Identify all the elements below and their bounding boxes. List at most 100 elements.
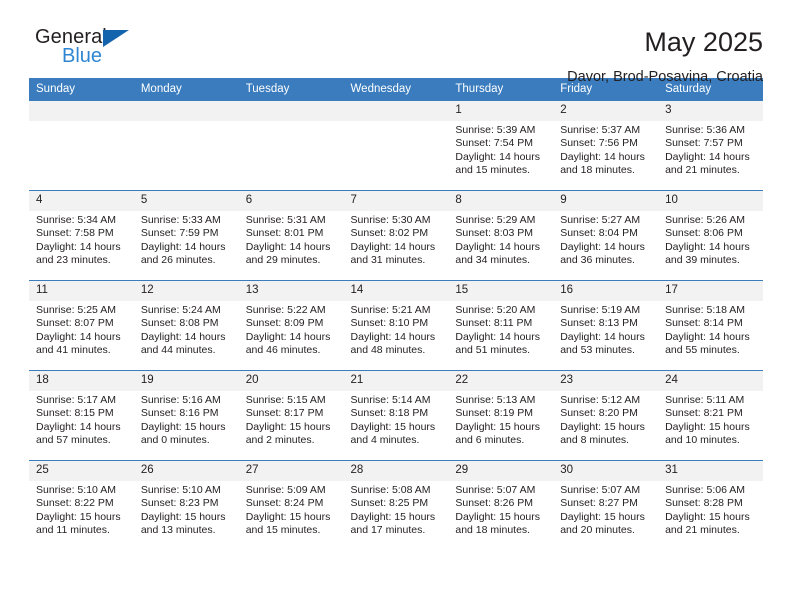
day-sun-info: Sunrise: 5:26 AM Sunset: 8:06 PM Daylight:… [658, 211, 763, 268]
calendar-day-cell[interactable]: 9 Sunrise: 5:27 AM Sunset: 8:04 PM Daylight… [553, 190, 659, 281]
sunrise-text: Sunrise: 5:25 AM [36, 304, 116, 316]
day-number: 9 [553, 191, 659, 211]
sunset-text: Sunset: 8:17 PM [245, 407, 324, 420]
calendar-body: 1 Sunrise: 5:39 AM Sunset: 7:54 PM Daylight… [29, 101, 763, 550]
calendar-day-cell[interactable]: 29 Sunrise: 5:07 AM Sunset: 8:26 PM Dayligh… [448, 460, 554, 550]
calendar-day-cell[interactable]: 13 Sunrise: 5:22 AM Sunset: 8:09 PM Dayligh… [238, 280, 344, 371]
day-number: 29 [448, 461, 554, 481]
sunset-text: Sunset: 8:20 PM [560, 407, 638, 420]
sunset-text: Sunset: 8:25 PM [350, 497, 429, 510]
calendar-week-row: 25 Sunrise: 5:10 AM Sunset: 8:22 PM Dayligh… [29, 460, 763, 550]
day-sun-info: Sunrise: 5:17 AM Sunset: 8:15 PM Daylight:… [29, 391, 134, 448]
sunset-text: Sunset: 8:28 PM [665, 497, 743, 510]
calendar-day-cell[interactable]: 16 Sunrise: 5:19 AM Sunset: 8:13 PM Dayligh… [553, 280, 659, 371]
sunrise-text: Sunrise: 5:12 AM [560, 394, 641, 406]
day-number: 19 [133, 371, 239, 391]
day-sun-info: Sunrise: 5:16 AM Sunset: 8:16 PM Daylight:… [134, 391, 239, 448]
calendar-day-cell[interactable]: 8 Sunrise: 5:29 AM Sunset: 8:03 PM Daylight… [448, 190, 554, 281]
calendar-day-cell[interactable]: 31 Sunrise: 5:06 AM Sunset: 8:28 PM Dayligh… [658, 460, 763, 550]
daylight-text: Daylight: 15 hours and 8 minutes. [560, 420, 645, 447]
calendar-day-cell[interactable]: 22 Sunrise: 5:13 AM Sunset: 8:19 PM Dayligh… [448, 370, 554, 461]
day-sun-info: Sunrise: 5:06 AM Sunset: 8:28 PM Daylight:… [658, 481, 763, 538]
calendar-day-cell[interactable]: 23 Sunrise: 5:12 AM Sunset: 8:20 PM Dayligh… [553, 370, 659, 461]
brand-logo[interactable]: General Blue [29, 26, 149, 72]
sunrise-text: Sunrise: 5:07 AM [455, 484, 536, 496]
weekday-header-tuesday: Tuesday [238, 78, 344, 101]
day-sun-info: Sunrise: 5:20 AM Sunset: 8:11 PM Daylight:… [448, 301, 553, 358]
calendar-day-cell[interactable]: 20 Sunrise: 5:15 AM Sunset: 8:17 PM Dayligh… [238, 370, 344, 461]
calendar-day-cell[interactable]: 26 Sunrise: 5:10 AM Sunset: 8:23 PM Dayligh… [133, 460, 239, 550]
calendar-day-cell[interactable]: 3 Sunrise: 5:36 AM Sunset: 7:57 PM Daylight… [658, 101, 763, 191]
day-sun-info: Sunrise: 5:27 AM Sunset: 8:04 PM Daylight:… [553, 211, 658, 268]
calendar-day-cell[interactable]: 17 Sunrise: 5:18 AM Sunset: 8:14 PM Dayligh… [658, 280, 763, 371]
calendar-cell-empty [343, 101, 449, 191]
daylight-text: Daylight: 15 hours and 11 minutes. [36, 510, 121, 537]
calendar-day-cell[interactable]: 25 Sunrise: 5:10 AM Sunset: 8:22 PM Dayligh… [29, 460, 134, 550]
sunrise-text: Sunrise: 5:22 AM [245, 304, 326, 316]
calendar-day-cell[interactable]: 19 Sunrise: 5:16 AM Sunset: 8:16 PM Dayligh… [133, 370, 239, 461]
sunrise-text: Sunrise: 5:11 AM [665, 394, 745, 406]
day-number: 7 [343, 191, 449, 211]
calendar-cell-empty [29, 101, 134, 191]
page-title: May 2025 [644, 27, 763, 57]
calendar-day-cell[interactable]: 27 Sunrise: 5:09 AM Sunset: 8:24 PM Dayligh… [238, 460, 344, 550]
daylight-text: Daylight: 14 hours and 18 minutes. [560, 150, 645, 177]
calendar-day-cell[interactable]: 10 Sunrise: 5:26 AM Sunset: 8:06 PM Dayligh… [658, 190, 763, 281]
calendar-day-cell[interactable]: 18 Sunrise: 5:17 AM Sunset: 8:15 PM Dayligh… [29, 370, 134, 461]
calendar-day-cell[interactable]: 24 Sunrise: 5:11 AM Sunset: 8:21 PM Dayligh… [658, 370, 763, 461]
day-sun-info: Sunrise: 5:21 AM Sunset: 8:10 PM Daylight:… [344, 301, 449, 358]
calendar-day-cell[interactable]: 28 Sunrise: 5:08 AM Sunset: 8:25 PM Dayligh… [343, 460, 449, 550]
calendar-day-cell[interactable]: 12 Sunrise: 5:24 AM Sunset: 8:08 PM Dayligh… [133, 280, 239, 371]
day-number: 26 [133, 461, 239, 481]
day-number: 17 [658, 281, 763, 301]
calendar-day-cell[interactable]: 15 Sunrise: 5:20 AM Sunset: 8:11 PM Dayligh… [448, 280, 554, 371]
calendar-day-cell[interactable]: 30 Sunrise: 5:07 AM Sunset: 8:27 PM Dayligh… [553, 460, 659, 550]
calendar-day-cell[interactable]: 1 Sunrise: 5:39 AM Sunset: 7:54 PM Daylight… [448, 101, 554, 191]
sunrise-text: Sunrise: 5:21 AM [350, 304, 431, 316]
day-sun-info: Sunrise: 5:36 AM Sunset: 7:57 PM Daylight:… [658, 121, 763, 178]
sunrise-text: Sunrise: 5:37 AM [560, 124, 641, 136]
calendar-day-cell[interactable]: 2 Sunrise: 5:37 AM Sunset: 7:56 PM Daylight… [553, 101, 659, 191]
day-sun-info: Sunrise: 5:24 AM Sunset: 8:08 PM Daylight:… [134, 301, 239, 358]
calendar-page: General Blue May 2025 Davor, Brod-Posavi… [0, 0, 792, 612]
calendar-day-cell[interactable]: 11 Sunrise: 5:25 AM Sunset: 8:07 PM Dayligh… [29, 280, 134, 371]
calendar-day-cell[interactable]: 4 Sunrise: 5:34 AM Sunset: 7:58 PM Daylight… [29, 190, 134, 281]
day-sun-info: Sunrise: 5:30 AM Sunset: 8:02 PM Daylight:… [344, 211, 449, 268]
day-number: 1 [448, 101, 554, 121]
calendar-day-cell[interactable]: 7 Sunrise: 5:30 AM Sunset: 8:02 PM Daylight… [343, 190, 449, 281]
weekday-header-wednesday: Wednesday [343, 78, 449, 101]
sunrise-text: Sunrise: 5:18 AM [665, 304, 746, 316]
sunset-text: Sunset: 8:03 PM [455, 227, 534, 240]
daylight-text: Daylight: 15 hours and 4 minutes. [350, 420, 436, 447]
day-sun-info: Sunrise: 5:10 AM Sunset: 8:23 PM Daylight:… [134, 481, 239, 538]
daylight-text: Daylight: 14 hours and 57 minutes. [36, 420, 121, 447]
day-number: 28 [343, 461, 449, 481]
calendar-grid: Sunday Monday Tuesday Wednesday Thursday… [29, 78, 763, 550]
daylight-text: Daylight: 14 hours and 21 minutes. [665, 150, 750, 177]
calendar-week-row: 4 Sunrise: 5:34 AM Sunset: 7:58 PM Daylight… [29, 190, 763, 281]
day-sun-info: Sunrise: 5:09 AM Sunset: 8:24 PM Daylight:… [239, 481, 344, 538]
calendar-day-cell[interactable]: 6 Sunrise: 5:31 AM Sunset: 8:01 PM Daylight… [238, 190, 344, 281]
calendar-day-cell[interactable]: 5 Sunrise: 5:33 AM Sunset: 7:59 PM Daylight… [133, 190, 239, 281]
sunrise-text: Sunrise: 5:09 AM [245, 484, 326, 496]
sunset-text: Sunset: 7:57 PM [665, 137, 743, 150]
day-number: 15 [448, 281, 554, 301]
day-number: 14 [343, 281, 449, 301]
calendar-day-cell[interactable]: 21 Sunrise: 5:14 AM Sunset: 8:18 PM Dayligh… [343, 370, 449, 461]
daylight-text: Daylight: 14 hours and 39 minutes. [665, 240, 750, 267]
daylight-text: Daylight: 14 hours and 53 minutes. [560, 330, 645, 357]
day-number: 22 [448, 371, 554, 391]
sunset-text: Sunset: 8:09 PM [245, 317, 324, 330]
daylight-text: Daylight: 14 hours and 23 minutes. [36, 240, 121, 267]
day-number: 21 [343, 371, 449, 391]
calendar-cell-empty [133, 101, 239, 191]
sunrise-text: Sunrise: 5:10 AM [36, 484, 116, 496]
sunrise-text: Sunrise: 5:33 AM [140, 214, 221, 226]
sunrise-text: Sunrise: 5:06 AM [665, 484, 746, 496]
calendar-day-cell[interactable]: 14 Sunrise: 5:21 AM Sunset: 8:10 PM Dayligh… [343, 280, 449, 371]
sunrise-text: Sunrise: 5:27 AM [560, 214, 641, 226]
day-number [29, 101, 134, 121]
sunrise-text: Sunrise: 5:17 AM [36, 394, 116, 406]
sunset-text: Sunset: 8:19 PM [455, 407, 534, 420]
day-sun-info: Sunrise: 5:31 AM Sunset: 8:01 PM Daylight:… [239, 211, 344, 268]
